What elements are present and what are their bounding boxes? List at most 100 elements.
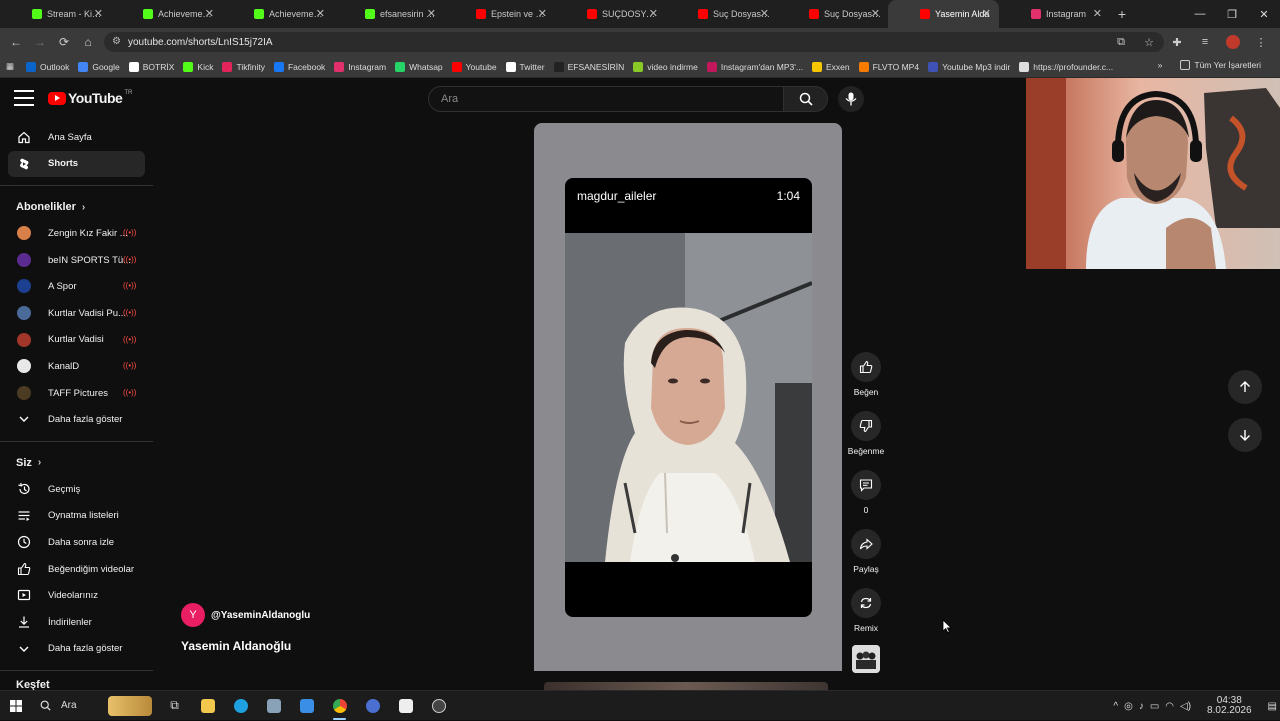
sound-thumbnail[interactable]: [852, 645, 880, 673]
bookmark-item[interactable]: Instagram'dan MP3'...: [706, 61, 803, 72]
subscription-item[interactable]: A Spor ((•)): [0, 273, 153, 300]
dislike-button[interactable]: Beğenme: [846, 411, 886, 456]
more-bookmarks-icon[interactable]: »: [1158, 60, 1163, 70]
close-tab-icon[interactable]: ✕: [205, 7, 214, 20]
short-title[interactable]: Yasemin Aldanoğlu: [181, 639, 291, 653]
channel-info[interactable]: Y @YaseminAldanoglu: [181, 603, 310, 627]
bookmark-item[interactable]: Youtube Mp3 indir: [928, 61, 1010, 72]
subscription-item[interactable]: Kurtlar Vadisi Pu... ((•)): [0, 300, 153, 327]
task-view-button[interactable]: ⧉: [158, 691, 191, 721]
bookmark-item[interactable]: EFSANESİRİN: [553, 61, 624, 72]
close-tab-icon[interactable]: ✕: [649, 7, 658, 20]
bookmark-item[interactable]: https://profounder.c...: [1019, 61, 1113, 72]
you-header[interactable]: Siz ›: [0, 450, 153, 476]
media-control-icon[interactable]: ≡: [1194, 30, 1216, 54]
search-input[interactable]: Ara: [428, 86, 784, 112]
youtube-logo[interactable]: YouTube TR: [48, 90, 132, 106]
browser-tab[interactable]: efsanesirin Stream✕: [333, 0, 444, 28]
taskbar-search[interactable]: Ara: [32, 691, 158, 721]
voice-search-button[interactable]: [838, 86, 864, 112]
bookmark-item[interactable]: Exxen: [811, 61, 850, 72]
explore-header[interactable]: Keşfet: [0, 679, 153, 690]
close-tab-icon[interactable]: ✕: [760, 7, 769, 20]
browser-tab[interactable]: Stream - Kick Das✕: [0, 0, 111, 28]
close-tab-icon[interactable]: ✕: [427, 7, 436, 20]
url-field[interactable]: ⚙ youtube.com/shorts/LnIS15j72IA: [104, 32, 1164, 52]
browser-tab[interactable]: Suç Dosyası | Dila✕: [777, 0, 888, 28]
browser-menu-icon[interactable]: ⋮: [1250, 30, 1272, 54]
bookmark-item[interactable]: Facebook: [273, 61, 325, 72]
wifi-icon[interactable]: ◠: [1165, 701, 1174, 712]
bookmark-item[interactable]: FLVTO MP4: [858, 61, 919, 72]
bookmark-item[interactable]: Whatsap: [395, 61, 443, 72]
bookmark-item[interactable]: BOTRİX: [128, 61, 174, 72]
bookmark-item[interactable]: Google: [78, 61, 120, 72]
close-tab-icon[interactable]: ✕: [316, 7, 325, 20]
browser-tab[interactable]: Suç Dosyası | Atal✕: [666, 0, 777, 28]
extensions-icon[interactable]: ✚: [1166, 30, 1188, 54]
app-3[interactable]: [257, 691, 290, 721]
back-button[interactable]: ←: [4, 30, 28, 54]
sidebar-item-downloads[interactable]: İndirilenler: [0, 609, 153, 636]
bookmark-star-icon[interactable]: ☆: [1138, 30, 1160, 54]
minimize-button[interactable]: —: [1184, 0, 1216, 28]
app-7[interactable]: [389, 691, 422, 721]
subscription-item[interactable]: TAFF Pictures ((•)): [0, 380, 153, 407]
tray-overflow-icon[interactable]: ^: [1113, 701, 1118, 712]
channel-handle[interactable]: @YaseminAldanoglu: [211, 610, 310, 621]
like-button[interactable]: Beğen: [846, 352, 886, 397]
reload-button[interactable]: ⟳: [52, 30, 76, 54]
tray-app-icon[interactable]: ◎: [1124, 701, 1133, 712]
app-6[interactable]: [356, 691, 389, 721]
show-more-subscriptions[interactable]: Daha fazla göster: [0, 406, 153, 433]
sidebar-item-your-videos[interactable]: Videolarınız: [0, 582, 153, 609]
site-info-icon[interactable]: ⚙: [112, 36, 121, 47]
subscription-item[interactable]: Zengin Kız Fakir ... ((•)): [0, 220, 153, 247]
bookmark-item[interactable]: Tikfinity: [222, 61, 265, 72]
new-tab-button[interactable]: +: [1110, 0, 1134, 28]
close-tab-icon[interactable]: ✕: [1093, 7, 1102, 20]
next-short-button[interactable]: [1228, 418, 1262, 452]
forward-button[interactable]: →: [28, 30, 52, 54]
comments-button[interactable]: 0: [846, 470, 886, 515]
subscription-item[interactable]: Kurtlar Vadisi ((•)): [0, 327, 153, 354]
bookmark-item[interactable]: Instagram: [334, 61, 386, 72]
browser-tab[interactable]: Epstein ve Çiftl İn✕: [444, 0, 555, 28]
profile-avatar[interactable]: [1222, 30, 1244, 54]
share-button[interactable]: Paylaş: [846, 529, 886, 574]
start-button[interactable]: [0, 691, 32, 721]
hamburger-menu-icon[interactable]: [14, 90, 34, 106]
browser-tab[interactable]: Achievements - K✕: [222, 0, 333, 28]
bookmark-item[interactable]: Kick: [183, 61, 213, 72]
bookmark-item[interactable]: video indirme: [633, 61, 698, 72]
close-window-button[interactable]: ✕: [1248, 0, 1280, 28]
cast-icon[interactable]: ⧉: [1110, 30, 1132, 54]
browser-tab[interactable]: Achievements - K✕: [111, 0, 222, 28]
browser-tab[interactable]: Instagram ✕: [999, 0, 1110, 28]
show-more-you[interactable]: Daha fazla göster: [0, 636, 153, 663]
close-tab-icon[interactable]: ✕: [982, 7, 991, 20]
sidebar-item-home[interactable]: Ana Sayfa: [0, 124, 153, 151]
sidebar-item-playlists[interactable]: Oynatma listeleri: [0, 503, 153, 530]
channel-avatar[interactable]: Y: [181, 603, 205, 627]
chrome-app[interactable]: [323, 691, 356, 721]
search-button[interactable]: [784, 86, 828, 112]
sidebar-item-shorts[interactable]: Shorts: [8, 150, 145, 178]
remix-button[interactable]: Remix: [846, 588, 886, 633]
app-4[interactable]: [290, 691, 323, 721]
close-tab-icon[interactable]: ✕: [538, 7, 547, 20]
bookmark-item[interactable]: Youtube: [451, 61, 497, 72]
sidebar-item-liked[interactable]: Beğendiğim videolar: [0, 556, 153, 583]
browser-tab[interactable]: Yasemin Alda ✕: [888, 0, 999, 28]
all-bookmarks-button[interactable]: Tüm Yer İşaretleri: [1180, 60, 1261, 70]
edge-app[interactable]: [224, 691, 257, 721]
clock[interactable]: 04:38 8.02.2026: [1204, 696, 1255, 716]
browser-tab[interactable]: SUÇDOSYASI - Yo✕: [555, 0, 666, 28]
app-8[interactable]: [422, 691, 455, 721]
restore-button[interactable]: ❐: [1216, 0, 1248, 28]
previous-short-button[interactable]: [1228, 370, 1262, 404]
volume-icon[interactable]: ◁): [1180, 701, 1191, 712]
microphone-icon[interactable]: ♪: [1139, 701, 1144, 712]
subscription-item[interactable]: beIN SPORTS Tü... ((•)): [0, 247, 153, 274]
bookmark-item[interactable]: Twitter: [505, 61, 545, 72]
